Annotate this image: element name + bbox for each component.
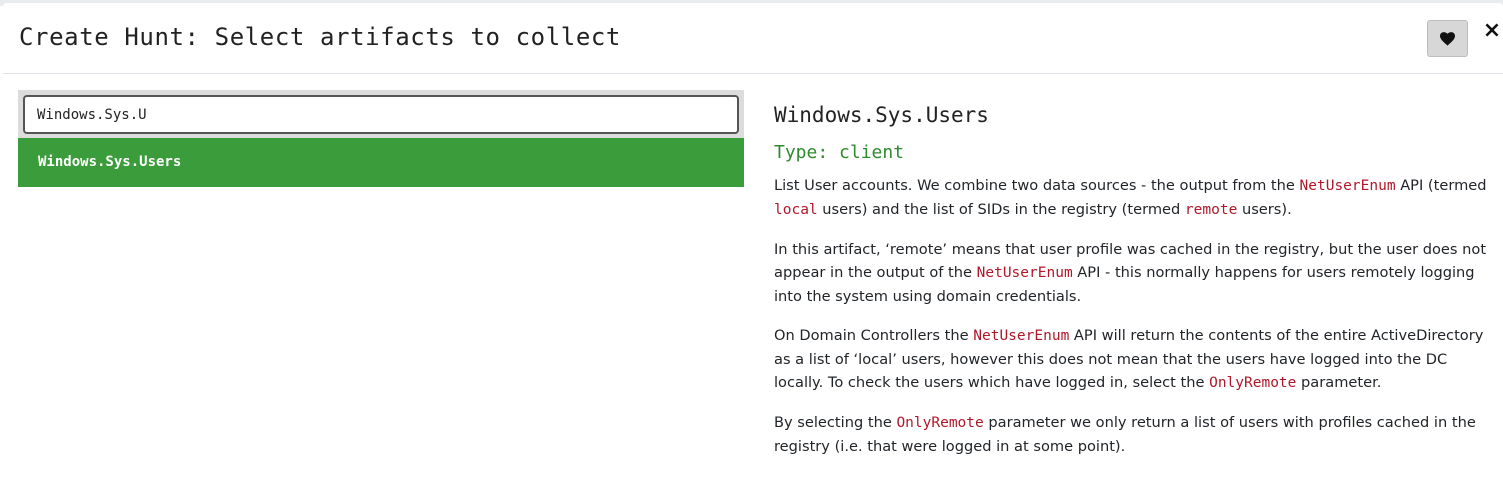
desc-text: users) and the list of SIDs in the regis… [817,201,1185,218]
modal-header: Create Hunt: Select artifacts to collect… [3,3,1503,74]
create-hunt-modal: Create Hunt: Select artifacts to collect… [3,3,1503,493]
desc-text: parameter. [1296,374,1382,391]
description-paragraph: On Domain Controllers the NetUserEnum AP… [774,324,1494,395]
code-term: remote [1184,202,1238,218]
desc-text: On Domain Controllers the [774,327,974,344]
code-term: NetUserEnum [976,265,1073,281]
desc-text: API (termed [1395,177,1487,194]
artifact-search-input[interactable] [23,95,739,134]
code-term: OnlyRemote [1209,375,1297,391]
description-paragraph: By selecting the OnlyRemote parameter we… [774,411,1494,458]
code-term: OnlyRemote [896,415,984,431]
desc-text: By selecting the [774,414,897,431]
description-paragraph: List User accounts. We combine two data … [774,174,1494,222]
artifact-search-pane: Windows.Sys.Users [18,90,744,187]
modal-title: Create Hunt: Select artifacts to collect [19,23,621,51]
search-result-item[interactable]: Windows.Sys.Users [18,138,744,187]
description-paragraph: In this artifact, ‘remote’ means that us… [774,238,1494,308]
desc-text: users). [1237,201,1292,218]
desc-text: List User accounts. We combine two data … [774,177,1300,194]
artifact-name: Windows.Sys.Users [774,103,989,127]
artifact-description: List User accounts. We combine two data … [774,174,1494,458]
artifact-details: Windows.Sys.Users Type: client List User… [774,103,1494,474]
heart-icon [1440,31,1455,46]
code-term: NetUserEnum [1299,178,1396,194]
code-term: local [774,202,818,218]
artifact-type: Type: client [774,142,905,163]
favorite-button[interactable] [1427,20,1468,57]
close-icon[interactable]: × [1481,19,1503,43]
code-term: NetUserEnum [973,328,1070,344]
